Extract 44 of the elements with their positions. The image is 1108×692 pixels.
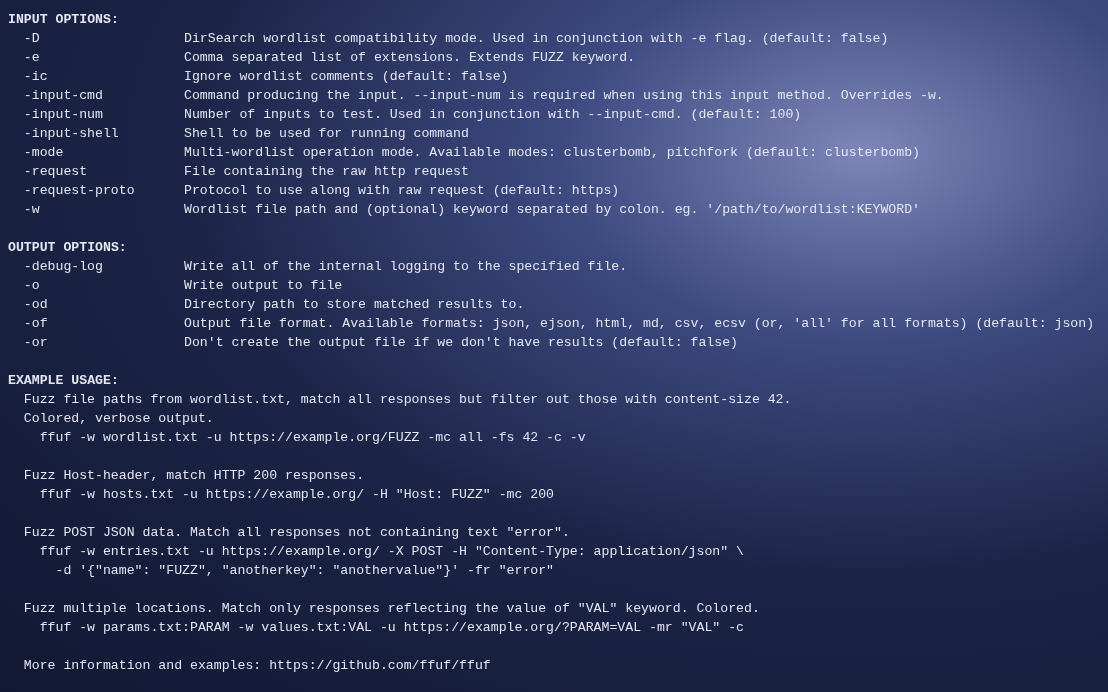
example-command: ffuf -w entries.txt -u https://example.org/ -X POST -H "Content-Type: application/json" \ (39, 544, 744, 559)
option-name-label: -e (23, 50, 40, 65)
option-description: Don't create the output file if we don't have results (default: false) (184, 334, 738, 352)
option-name-label: -o (23, 278, 40, 293)
option-description: Multi-wordlist operation mode. Available modes: clusterbomb, pitchfork (default: clusterbomb) (184, 144, 920, 162)
option-description: Write output to file (184, 277, 343, 295)
option-name-label: -request-proto (23, 183, 135, 198)
section-heading: INPUT OPTIONS: (8, 11, 119, 29)
option-name-label: -or (23, 335, 48, 350)
option-name-label: -input-num (23, 107, 103, 122)
option-description: Shell to be used for running command (184, 125, 469, 143)
section-heading: OUTPUT OPTIONS: (8, 239, 127, 257)
example-command: ffuf -w hosts.txt -u https://example.org/ -H "Host: FUZZ" -mc 200 (39, 487, 555, 502)
option-description: Number of inputs to test. Used in conjunction with --input-cmd. (default: 100) (184, 106, 802, 124)
option-name-label: -ic (23, 69, 48, 84)
option-description: Command producing the input. --input-num is required when using this input method. Overrides -w. (184, 87, 944, 105)
option-name-label: -mode (23, 145, 64, 160)
option-description: Ignore wordlist comments (default: false) (184, 68, 509, 86)
option-name-label: -request (23, 164, 88, 179)
option-description: File containing the raw http request (184, 163, 469, 181)
option-name-label: -debug-log (23, 259, 103, 274)
option-description: Output file format. Available formats: json, ejson, html, md, csv, ecsv (or, 'all' for all formats) (default: json) (184, 315, 1095, 333)
option-name-label: -input-cmd (23, 88, 103, 103)
option-name-label: -input-shell (23, 126, 119, 141)
section-heading: EXAMPLE USAGE: (8, 372, 119, 390)
example-description: Fuzz Host-header, match HTTP 200 responses. (23, 468, 365, 483)
example-command: ffuf -w params.txt:PARAM -w values.txt:VAL -u https://example.org/?PARAM=VAL -mr "VAL" -c (39, 620, 744, 635)
option-name-label: -od (23, 297, 48, 312)
option-description: Comma separated list of extensions. Extends FUZZ keyword. (184, 49, 636, 67)
footer-text: More information and examples: https://github.com/ffuf/ffuf (23, 658, 491, 673)
option-name-label: -of (23, 316, 48, 331)
option-description: Protocol to use along with raw request (default: https) (184, 182, 620, 200)
option-description: DirSearch wordlist compatibility mode. Used in conjunction with -e flag. (default: false) (184, 30, 889, 48)
example-description: Fuzz file paths from wordlist.txt, match all responses but filter out those with content-size 42. (23, 392, 792, 407)
example-description: Fuzz POST JSON data. Match all responses not containing text "error". (23, 525, 570, 540)
example-description: Fuzz multiple locations. Match only responses reflecting the value of "VAL" keyword. Colored. (23, 601, 760, 616)
option-description: Wordlist file path and (optional) keyword separated by colon. eg. '/path/to/wordlist:KEYWORD' (184, 201, 920, 219)
example-command: ffuf -w wordlist.txt -u https://example.org/FUZZ -mc all -fs 42 -c -v (39, 430, 586, 445)
example-description: Colored, verbose output. (23, 411, 214, 426)
option-description: Directory path to store matched results to. (184, 296, 525, 314)
option-description: Write all of the internal logging to the specified file. (184, 258, 628, 276)
example-command: -d '{"name": "FUZZ", "anotherkey": "anothervalue"}' -fr "error" (55, 563, 555, 578)
option-name-label: -D (23, 31, 40, 46)
option-name-label: -w (23, 202, 40, 217)
